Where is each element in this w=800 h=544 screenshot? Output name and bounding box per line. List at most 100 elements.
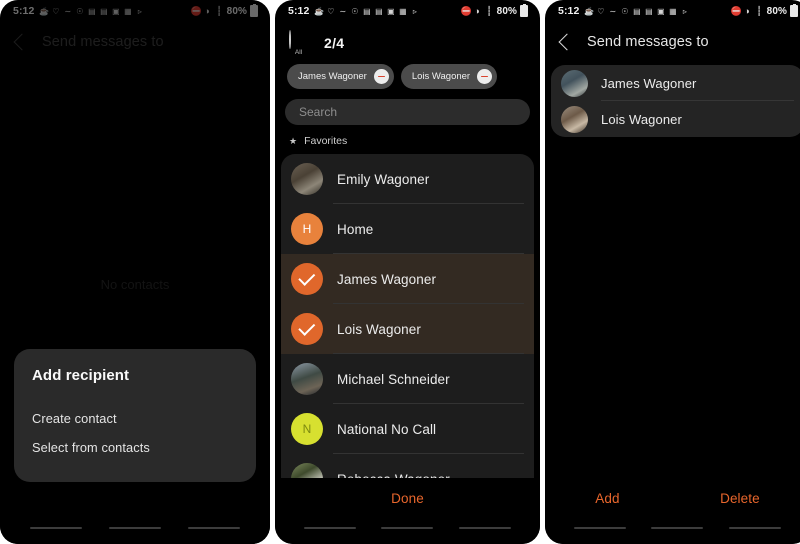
phone-panel-3: 5:12 ☕ ♡ ∼ ☉ ▤ ▤ ▣ ▦ ▹ ⛔ ◑ ┆ 80% Send me… [545,0,800,544]
avatar: N [291,413,323,445]
remove-circle-icon[interactable] [477,69,493,84]
nav-back-button[interactable] [729,527,782,529]
signal-icon: ┆ [756,5,762,16]
status-bar-1: 5:12 ☕ ♡ ∼ ☉ ▤ ▤ ▣ ▦ ▹ ⛔ ◑ ┆ 80% [0,0,270,22]
heart-icon: ♡ [327,6,335,16]
avatar: H [291,213,323,245]
add-button[interactable]: Add [595,491,619,506]
three-panel-screenshot: 5:12 ☕ ♡ ∼ ☉ ▤ ▤ ▣ ▦ ▹ ⛔ ◑ ┆ 80% Send me… [0,0,800,544]
nav-recents-button[interactable] [573,527,626,529]
status-bar-3: 5:12 ☕ ♡ ∼ ☉ ▤ ▤ ▣ ▦ ▹ ⛔ ◑ ┆ 80% [545,0,800,22]
dialog-item-select-from-contacts[interactable]: Select from contacts [32,433,238,462]
heart-icon: ♡ [597,6,605,16]
signal-icon: ┆ [216,5,222,16]
empty-state-text: No contacts [100,277,170,292]
mute-notification-icon: ☉ [621,6,629,16]
dialog-title: Add recipient [32,367,130,384]
status-clock: 5:12 [288,5,310,17]
list-item[interactable]: Lois Wagoner [281,304,534,354]
back-chevron-icon[interactable] [558,33,576,51]
volume-mute-icon: ⛔ [190,5,202,16]
recipient-chip-row: James Wagoner Lois Wagoner [275,60,540,95]
bottom-action-bar-2: Done [275,478,540,518]
volume-mute-icon: ⛔ [460,5,472,16]
avatar [561,69,588,97]
nav-back-button[interactable] [459,527,512,529]
battery-icon [520,4,528,17]
contact-name: Michael Schneider [337,371,450,387]
heart-icon: ♡ [52,6,60,16]
remove-circle-icon[interactable] [373,69,389,84]
list-item[interactable]: N National No Call [281,404,534,454]
system-nav-bar-2 [275,518,540,544]
phone-panel-1: 5:12 ☕ ♡ ∼ ☉ ▤ ▤ ▣ ▦ ▹ ⛔ ◑ ┆ 80% Send me… [0,0,270,544]
car-icon: ▤ [88,6,96,16]
delete-button[interactable]: Delete [720,491,760,506]
mute-notification-icon: ☉ [351,6,359,16]
bottom-action-bar-3: Add Delete [545,478,800,518]
car-icon: ▤ [363,6,371,16]
done-button[interactable]: Done [391,491,424,506]
wifi-icon: ◑ [204,5,210,16]
recipient-name: James Wagoner [601,75,697,91]
contact-name: National No Call [337,421,437,437]
app-bar-3: Send messages to [545,22,800,62]
status-right-icons: ⛔ ◑ ┆ 80% [731,4,798,17]
select-all-label: All [294,49,303,56]
car-icon-2: ▤ [645,6,653,16]
status-left-icons: ☕ ♡ ∼ ☉ ▤ ▤ ▣ ▦ ▹ [314,7,460,16]
back-chevron-icon[interactable] [13,33,31,51]
chip-label: Lois Wagoner [411,71,471,82]
recipient-name: Lois Wagoner [601,111,682,127]
wifi-icon: ◑ [474,5,480,16]
play-icon: ▹ [137,6,142,16]
select-all-checkbox[interactable]: All [289,30,308,56]
sleep-icon: ∼ [609,6,617,16]
status-bar-2: 5:12 ☕ ♡ ∼ ☉ ▤ ▤ ▣ ▦ ▹ ⛔ ◑ ┆ 80% [275,0,540,22]
nav-recents-button[interactable] [303,527,356,529]
sleep-icon: ∼ [64,6,72,16]
avatar [291,163,323,195]
nav-home-button[interactable] [651,527,704,529]
contact-name: Home [337,221,374,237]
app-icon: ▦ [124,6,132,16]
nav-home-button[interactable] [108,527,161,529]
list-item[interactable]: James Wagoner [281,254,534,304]
nav-back-button[interactable] [188,527,241,529]
favorites-section-header: ★ Favorites [275,125,540,154]
chip-label: James Wagoner [298,71,367,82]
image-icon: ▣ [387,6,395,16]
image-icon: ▣ [112,6,120,16]
play-icon: ▹ [682,6,687,16]
nav-recents-button[interactable] [29,527,82,529]
selection-count: 2/4 [324,35,345,51]
app-icon: ▦ [669,6,677,16]
avatar [561,105,588,133]
list-item[interactable]: Michael Schneider [281,354,534,404]
status-left-icons: ☕ ♡ ∼ ☉ ▤ ▤ ▣ ▦ ▹ [584,7,730,16]
list-item[interactable]: H Home [281,204,534,254]
recipient-chip[interactable]: James Wagoner [287,64,394,89]
list-item[interactable]: James Wagoner [551,65,800,101]
checkbox-circle-icon [289,30,291,49]
wifi-icon: ◑ [744,5,750,16]
recipient-chip[interactable]: Lois Wagoner [400,64,498,89]
battery-percent: 80% [226,5,247,17]
avatar [291,363,323,395]
car-icon-2: ▤ [375,6,383,16]
search-input[interactable]: Search [285,99,530,125]
status-clock: 5:12 [13,5,35,17]
dialog-item-create-contact[interactable]: Create contact [32,404,238,433]
system-nav-bar-3 [545,518,800,544]
favorites-label: Favorites [304,135,348,147]
status-right-icons: ⛔ ◑ ┆ 80% [460,4,528,17]
contacts-list: Emily Wagoner H Home James Wagoner Lois … [281,154,534,504]
page-title: Send messages to [587,34,709,50]
selection-bar: All 2/4 [275,22,540,60]
car-icon-2: ▤ [100,6,108,16]
nav-home-button[interactable] [381,527,434,529]
list-item[interactable]: Emily Wagoner [281,154,534,204]
list-item[interactable]: Lois Wagoner [551,101,800,137]
status-left-icons: ☕ ♡ ∼ ☉ ▤ ▤ ▣ ▦ ▹ [39,7,190,16]
battery-percent: 80% [766,5,787,17]
